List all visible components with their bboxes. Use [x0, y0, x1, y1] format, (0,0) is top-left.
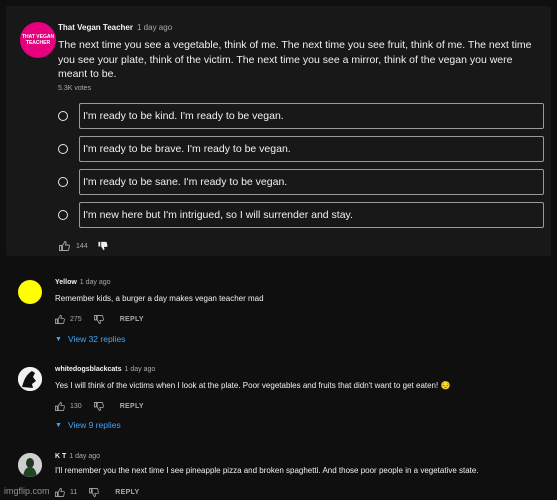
comment-author[interactable]: whitedogsblackcats: [55, 366, 122, 373]
comment-actions: 275 REPLY: [55, 315, 144, 324]
comment-author-line: K T1 day ago: [55, 453, 100, 460]
thumbs-down-icon[interactable]: [89, 488, 100, 497]
comment-timestamp[interactable]: 1 day ago: [125, 366, 156, 373]
thumbs-up-icon[interactable]: [59, 241, 70, 251]
comment-like-count: 130: [70, 403, 82, 410]
post-actions: 144: [59, 241, 108, 251]
comment-actions: 130 REPLY: [55, 402, 144, 411]
comment-like-count: 275: [70, 316, 82, 323]
reply-button[interactable]: REPLY: [120, 316, 144, 323]
comment-like-count: 11: [70, 489, 78, 496]
radio-icon[interactable]: [58, 111, 68, 121]
poll-option-1[interactable]: I'm ready to be kind. I'm ready to be ve…: [52, 103, 544, 129]
comment-text: I'll remember you the next time I see pi…: [55, 466, 479, 475]
thumbs-down-icon[interactable]: [98, 241, 108, 251]
comment-author[interactable]: K T: [55, 453, 66, 460]
comment-author-line: Yellow 1 day ago: [55, 279, 111, 286]
poll-option-2[interactable]: I'm ready to be brave. I'm ready to be v…: [52, 136, 544, 162]
poll-vote-count: 5.3K votes: [58, 85, 92, 92]
poll-option-label[interactable]: I'm ready to be sane. I'm ready to be ve…: [79, 169, 544, 195]
avatar[interactable]: [18, 367, 42, 391]
caret-down-icon: ▼: [55, 335, 62, 343]
post-author[interactable]: That Vegan Teacher: [58, 23, 133, 32]
reply-button[interactable]: REPLY: [120, 403, 144, 410]
channel-avatar-text: THAT VEGAN TEACHER: [21, 34, 55, 46]
post-text: The next time you see a vegetable, think…: [58, 39, 532, 80]
poll-option-4[interactable]: I'm new here but I'm intrigued, so I wil…: [52, 202, 544, 228]
view-replies-label[interactable]: View 32 replies: [68, 334, 126, 344]
comment-actions: 11 REPLY: [55, 488, 139, 497]
radio-icon[interactable]: [58, 177, 68, 187]
post-like-count: 144: [76, 242, 88, 250]
view-replies-label[interactable]: View 9 replies: [68, 420, 121, 430]
poll-option-label[interactable]: I'm new here but I'm intrigued, so I wil…: [79, 202, 544, 228]
poll-option-3[interactable]: I'm ready to be sane. I'm ready to be ve…: [52, 169, 544, 195]
view-replies-button[interactable]: ▼ View 9 replies: [55, 420, 121, 430]
thumbs-up-icon[interactable]: [55, 315, 65, 324]
avatar[interactable]: [18, 280, 42, 304]
comment-text: Remember kids, a burger a day makes vega…: [55, 294, 264, 303]
comment-text: Yes I will think of the victims when I l…: [55, 381, 451, 390]
thumbs-down-icon[interactable]: [93, 315, 104, 324]
comment-timestamp[interactable]: 1 day ago: [69, 453, 100, 460]
poll-option-label[interactable]: I'm ready to be brave. I'm ready to be v…: [79, 136, 544, 162]
thumbs-up-icon[interactable]: [55, 402, 65, 411]
view-replies-button[interactable]: ▼ View 32 replies: [55, 334, 125, 344]
comment-author[interactable]: Yellow: [55, 279, 77, 286]
thumbs-down-icon[interactable]: [93, 402, 104, 411]
comment-author-line: whitedogsblackcats 1 day ago: [55, 366, 155, 373]
caret-down-icon: ▼: [55, 421, 62, 429]
thumbs-up-icon[interactable]: [55, 488, 65, 497]
radio-icon[interactable]: [58, 144, 68, 154]
avatar[interactable]: [18, 453, 42, 477]
comment-timestamp[interactable]: 1 day ago: [80, 279, 111, 286]
post-author-line: That Vegan Teacher 1 day ago: [58, 23, 172, 32]
reply-button[interactable]: REPLY: [115, 489, 139, 496]
post-timestamp[interactable]: 1 day ago: [137, 23, 172, 32]
watermark: imgflip.com: [4, 486, 50, 496]
poll-option-label[interactable]: I'm ready to be kind. I'm ready to be ve…: [79, 103, 544, 129]
community-post: THAT VEGAN TEACHER That Vegan Teacher 1 d…: [6, 6, 551, 256]
radio-icon[interactable]: [58, 210, 68, 220]
channel-avatar[interactable]: THAT VEGAN TEACHER: [20, 22, 56, 58]
